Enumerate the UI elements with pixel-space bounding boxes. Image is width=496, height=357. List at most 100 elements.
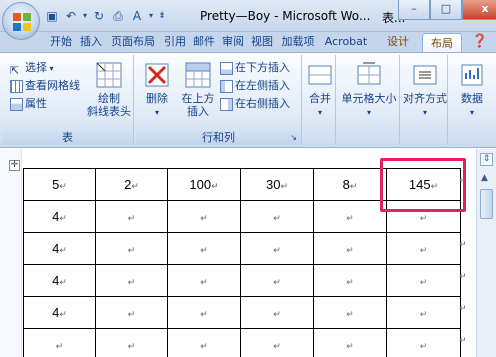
row-end-mark: ↵: [459, 272, 467, 282]
tab-references[interactable]: 引用: [161, 32, 189, 52]
annotation-highlight-box: [380, 158, 466, 212]
table-cell[interactable]: ↵: [386, 232, 461, 265]
table-cell[interactable]: 8↵: [313, 168, 387, 201]
insert-column-right-icon: [220, 97, 233, 111]
table-cell[interactable]: ↵: [313, 328, 387, 357]
table-move-handle-icon[interactable]: ✛: [9, 160, 20, 171]
save-icon[interactable]: ▣: [44, 8, 60, 24]
office-button[interactable]: [2, 2, 40, 40]
table-cell[interactable]: 4↵: [23, 200, 96, 233]
ribbon-tabs: 开始 插入 页面布局 引用 邮件 审阅 视图 加载项 Acrobat 设计 布局…: [0, 32, 496, 53]
tab-mailings[interactable]: 邮件: [190, 32, 218, 52]
merge-button[interactable]: 合并 ▾: [304, 61, 336, 119]
window-controls: – □ x: [398, 0, 496, 22]
table-cell[interactable]: ↵: [167, 200, 241, 233]
tab-design[interactable]: 设计: [380, 32, 416, 52]
table-cell[interactable]: 30↵: [240, 168, 314, 201]
table-cell[interactable]: ↵: [313, 200, 387, 233]
delete-button[interactable]: 删除 ▾: [140, 61, 174, 119]
table-cell[interactable]: 4↵: [23, 264, 96, 297]
vertical-ruler: [0, 149, 22, 357]
tab-acrobat[interactable]: Acrobat: [320, 32, 372, 52]
close-button[interactable]: x: [462, 0, 496, 20]
table-cell[interactable]: 4↵: [23, 232, 96, 265]
table-cell[interactable]: ↵: [240, 200, 314, 233]
alignment-button[interactable]: 对齐方式 ▾: [402, 61, 448, 119]
table-cell[interactable]: ↵: [386, 264, 461, 297]
help-icon[interactable]: ❓: [470, 32, 490, 52]
tab-home[interactable]: 开始: [46, 32, 76, 52]
ribbon-layout: ⇱ 选择 ▾ 查看网格线 属性 绘制 斜线表头 表 删除 ▾ 在上方 插入 在下…: [0, 52, 496, 148]
row-end-mark: ↵: [459, 304, 467, 314]
scrollbar-thumb[interactable]: [480, 189, 493, 219]
tab-insert[interactable]: 插入: [77, 32, 105, 52]
data-button[interactable]: 数据 ▾: [450, 61, 494, 119]
tab-page-layout[interactable]: 页面布局: [106, 32, 160, 52]
table-cell[interactable]: ↵: [386, 296, 461, 329]
dropdown-caret-icon: ▾: [422, 108, 427, 117]
table-cell[interactable]: ↵: [23, 328, 96, 357]
table-cell[interactable]: 5↵: [23, 168, 96, 201]
merge-cells-icon: [308, 65, 332, 85]
font-color-icon[interactable]: A: [129, 8, 145, 24]
view-gridlines-button[interactable]: 查看网格线: [10, 77, 80, 95]
select-button[interactable]: ⇱ 选择 ▾: [10, 59, 54, 77]
dropdown-caret-icon[interactable]: ▾: [148, 8, 154, 24]
title-bar: ▣ ↶ ▾ ↻ ⎙ A ▾ ⇟ Pretty—Boy - Microsoft W…: [0, 0, 496, 32]
undo-icon[interactable]: ↶: [63, 8, 79, 24]
table-cell[interactable]: ↵: [386, 328, 461, 357]
cell-size-button[interactable]: 单元格大小 ▾: [338, 61, 400, 119]
table-cell[interactable]: ↵: [240, 264, 314, 297]
group-label-table: 表: [2, 130, 133, 145]
redo-icon[interactable]: ↻: [91, 8, 107, 24]
print-preview-icon[interactable]: ⎙: [110, 8, 126, 24]
dropdown-caret-icon: ▾: [154, 108, 159, 117]
group-table: ⇱ 选择 ▾ 查看网格线 属性 绘制 斜线表头 表: [2, 55, 134, 145]
row-end-mark: ↵: [459, 336, 467, 346]
table-cell[interactable]: ↵: [95, 264, 168, 297]
insert-row-below-icon: [220, 61, 233, 75]
cell-size-icon: [357, 62, 381, 85]
table-cell[interactable]: ↵: [95, 328, 168, 357]
table-cell[interactable]: ↵: [167, 328, 241, 357]
table-cell[interactable]: ↵: [240, 296, 314, 329]
table-cell[interactable]: ↵: [313, 296, 387, 329]
properties-button[interactable]: 属性: [10, 95, 47, 113]
insert-above-button[interactable]: 在上方 插入: [178, 61, 218, 118]
table-cell[interactable]: ↵: [167, 232, 241, 265]
table-cell[interactable]: 2↵: [95, 168, 168, 201]
table-cell[interactable]: ↵: [313, 264, 387, 297]
table-cell[interactable]: ↵: [167, 296, 241, 329]
split-view-icon[interactable]: ⇕: [480, 153, 493, 166]
insert-right-button[interactable]: 在右侧插入: [220, 95, 290, 113]
data-icon: [461, 64, 483, 86]
insert-left-button[interactable]: 在左侧插入: [220, 77, 290, 95]
tab-review[interactable]: 审阅: [219, 32, 247, 52]
tab-layout[interactable]: 布局: [422, 33, 462, 53]
group-label-rows-columns: 行和列 ↘: [136, 130, 301, 145]
table-row: ↵ ↵ ↵ ↵ ↵ ↵: [23, 328, 461, 357]
table-cell[interactable]: ↵: [240, 328, 314, 357]
table-cell[interactable]: ↵: [167, 264, 241, 297]
dialog-launcher-icon[interactable]: ↘: [290, 130, 297, 145]
draw-diagonal-header-button[interactable]: 绘制 斜线表头: [86, 61, 132, 118]
table-cell[interactable]: ↵: [313, 232, 387, 265]
table-cell[interactable]: ↵: [240, 232, 314, 265]
minimize-button[interactable]: –: [398, 0, 430, 20]
vertical-scrollbar[interactable]: ⇕ ▲: [476, 149, 496, 357]
dropdown-caret-icon[interactable]: ▾: [82, 8, 88, 24]
table-cell[interactable]: ↵: [95, 200, 168, 233]
table-cell[interactable]: ↵: [95, 296, 168, 329]
restore-button[interactable]: □: [430, 0, 462, 20]
table-row: 4↵ ↵ ↵ ↵ ↵ ↵: [23, 296, 461, 329]
insert-below-button[interactable]: 在下方插入: [220, 59, 290, 77]
table-cell[interactable]: 100↵: [167, 168, 241, 201]
tab-add-ins[interactable]: 加载项: [277, 32, 319, 52]
tab-view[interactable]: 视图: [248, 32, 276, 52]
quick-access-toolbar: ▣ ↶ ▾ ↻ ⎙ A ▾ ⇟: [44, 6, 167, 26]
insert-row-above-icon: [185, 62, 211, 88]
scroll-up-icon[interactable]: ▲: [481, 173, 488, 183]
customize-qat-icon[interactable]: ⇟: [157, 8, 167, 24]
table-cell[interactable]: ↵: [95, 232, 168, 265]
table-cell[interactable]: 4↵: [23, 296, 96, 329]
